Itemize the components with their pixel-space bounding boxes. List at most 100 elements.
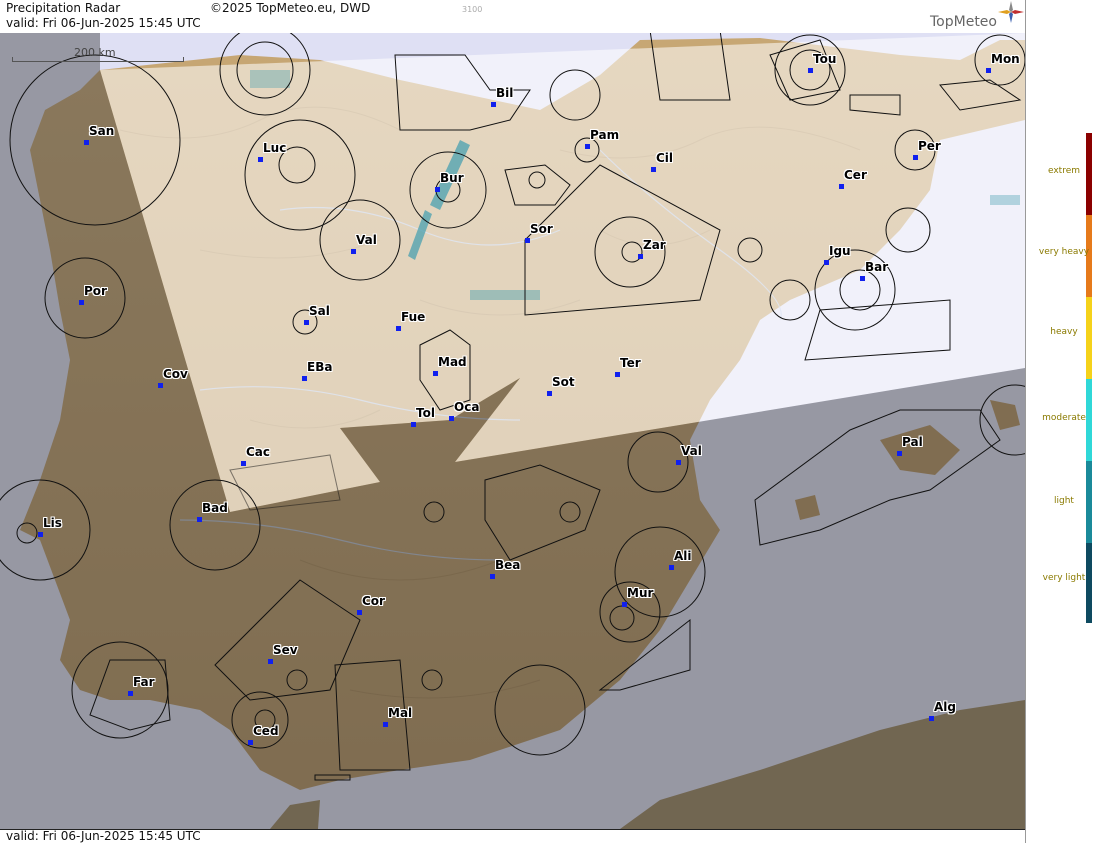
city-label: Sot — [552, 375, 575, 389]
city-label: Bar — [865, 260, 889, 274]
city-dot-icon — [897, 451, 902, 456]
city-label: Zar — [643, 238, 666, 252]
city-label: Sev — [273, 643, 298, 657]
city-label: Val — [681, 444, 702, 458]
city-dot-icon — [79, 300, 84, 305]
radar-map[interactable]: 200 km Tou Mon Bil San Pam Per Luc Cil B… — [0, 33, 1025, 829]
city-label: Lis — [43, 516, 62, 530]
city-dot-icon — [622, 602, 627, 607]
city-label: Far — [133, 675, 155, 689]
legend-label-heavy: heavy — [1050, 327, 1078, 337]
city-dot-icon — [351, 249, 356, 254]
map-scale-bar: 200 km — [12, 46, 184, 62]
city-dot-icon — [669, 565, 674, 570]
city-dot-icon — [241, 461, 246, 466]
city-dot-icon — [986, 68, 991, 73]
city-label: Mal — [388, 706, 413, 720]
city-dot-icon — [304, 320, 309, 325]
legend-label-moderate: moderate — [1042, 413, 1086, 423]
legend-swatch-heavy — [1086, 297, 1092, 379]
map-background — [0, 33, 1025, 829]
footer-valid-time: valid: Fri 06-Jun-2025 15:45 UTC — [6, 829, 201, 843]
city-dot-icon — [490, 574, 495, 579]
legend-label-very-light: very light — [1042, 573, 1086, 583]
city-label: Cac — [246, 445, 271, 459]
precipitation-legend: extrem very heavy heavy moderate light v… — [1025, 0, 1117, 843]
city-label: Mon — [991, 52, 1020, 66]
map-code: 3100 — [462, 5, 483, 14]
legend-label-very-heavy: very heavy — [1038, 247, 1090, 257]
city-label: Ter — [620, 356, 641, 370]
city-dot-icon — [435, 187, 440, 192]
city-dot-icon — [839, 184, 844, 189]
city-dot-icon — [638, 254, 643, 259]
scale-line — [12, 57, 184, 62]
city-label: Bea — [495, 558, 521, 572]
city-dot-icon — [357, 610, 362, 615]
city-dot-icon — [808, 68, 813, 73]
city-label: Bad — [202, 501, 228, 515]
city-dot-icon — [651, 167, 656, 172]
legend-label-extrem: extrem — [1047, 166, 1081, 176]
city-label: Ced — [253, 724, 279, 738]
city-label: San — [89, 124, 115, 138]
footer-bar: valid: Fri 06-Jun-2025 15:45 UTC — [0, 829, 1025, 844]
city-label: Luc — [263, 141, 287, 155]
city-label: Bil — [496, 86, 514, 100]
city-dot-icon — [248, 740, 253, 745]
city-label: Alg — [934, 700, 956, 714]
city-label: Cer — [844, 168, 867, 182]
city-dot-icon — [383, 722, 388, 727]
city-dot-icon — [525, 238, 530, 243]
city-label: Igu — [829, 244, 851, 258]
city-label: Tou — [813, 52, 837, 66]
city-dot-icon — [433, 371, 438, 376]
city-label: Oca — [454, 400, 480, 414]
legend-color-bar — [1086, 133, 1092, 623]
city-dot-icon — [258, 157, 263, 162]
legend-swatch-very-light — [1086, 543, 1092, 623]
city-label: Pam — [590, 128, 620, 142]
city-dot-icon — [547, 391, 552, 396]
city-dot-icon — [860, 276, 865, 281]
city-label: Bur — [440, 171, 464, 185]
legend-label-light: light — [1054, 496, 1074, 506]
city-label: Cor — [362, 594, 385, 608]
city-label: Cil — [656, 151, 674, 165]
valid-time: valid: Fri 06-Jun-2025 15:45 UTC — [6, 16, 201, 30]
city-dot-icon — [84, 140, 89, 145]
city-dot-icon — [585, 144, 590, 149]
city-label: Mur — [627, 586, 654, 600]
city-label: Pal — [902, 435, 923, 449]
city-label: Val — [356, 233, 377, 247]
city-label: Cov — [163, 367, 188, 381]
header-bar: Precipitation Radar ©2025 TopMeteo.eu, D… — [0, 0, 1025, 34]
city-label: Tol — [416, 406, 435, 420]
city-dot-icon — [615, 372, 620, 377]
city-dot-icon — [824, 260, 829, 265]
city-label: Sal — [309, 304, 330, 318]
city-dot-icon — [128, 691, 133, 696]
city-dot-icon — [491, 102, 496, 107]
city-label: Fue — [401, 310, 426, 324]
copyright-text: ©2025 TopMeteo.eu, DWD — [210, 1, 371, 15]
map-title: Precipitation Radar — [6, 1, 121, 15]
city-dot-icon — [268, 659, 273, 664]
topmeteo-logo: TopMeteo — [930, 14, 997, 30]
city-dot-icon — [38, 532, 43, 537]
city-label: Por — [84, 284, 107, 298]
city-dot-icon — [197, 517, 202, 522]
city-label: Sor — [530, 222, 553, 236]
city-dot-icon — [158, 383, 163, 388]
city-dot-icon — [396, 326, 401, 331]
city-dot-icon — [913, 155, 918, 160]
city-dot-icon — [676, 460, 681, 465]
city-dot-icon — [411, 422, 416, 427]
city-label: Per — [918, 139, 941, 153]
city-label: Mad — [438, 355, 467, 369]
city-label: EBa — [307, 360, 333, 374]
city-label: Ali — [674, 549, 692, 563]
city-dot-icon — [449, 416, 454, 421]
compass-star-icon — [998, 1, 1024, 23]
city-dot-icon — [302, 376, 307, 381]
